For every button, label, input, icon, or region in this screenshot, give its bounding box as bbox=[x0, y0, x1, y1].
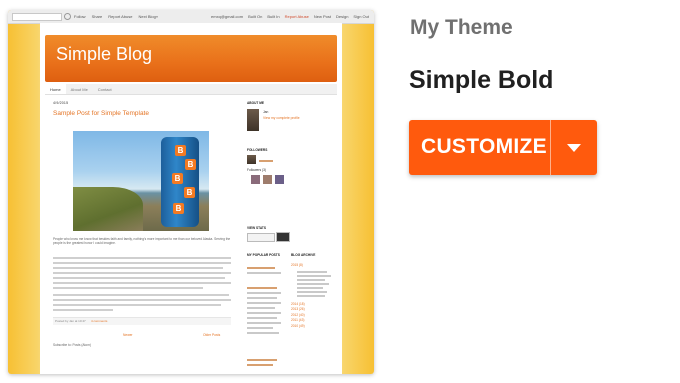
navbar-links-left: Follow Share Report Abuse Next Blog» bbox=[74, 14, 158, 19]
customize-split-button: CUSTOMIZE bbox=[409, 120, 597, 175]
text-line bbox=[53, 299, 231, 301]
post-intro: People who know me know that besides fai… bbox=[53, 237, 231, 245]
comments-link[interactable]: 4 comments bbox=[91, 319, 107, 323]
author-avatar[interactable] bbox=[247, 109, 259, 131]
navbar-link[interactable]: Follow bbox=[74, 14, 86, 19]
blogger-logo-icon: B bbox=[184, 187, 195, 198]
text-line bbox=[53, 262, 231, 264]
navbar-link[interactable]: Design bbox=[336, 14, 348, 19]
navbar-link[interactable]: Report Abuse bbox=[108, 14, 132, 19]
popular-link[interactable] bbox=[247, 287, 277, 289]
post-title[interactable]: Sample Post for Simple Template bbox=[53, 110, 239, 117]
navbar-link[interactable]: Built In bbox=[267, 14, 279, 19]
navbar-link[interactable]: Next Blog» bbox=[139, 14, 159, 19]
post-photo: B B B B B bbox=[73, 131, 209, 231]
theme-preview-thumbnail[interactable]: Follow Share Report Abuse Next Blog» emx… bbox=[8, 10, 374, 374]
my-theme-label: My Theme bbox=[410, 16, 513, 39]
followers-count: Followers (3) bbox=[247, 168, 267, 172]
follower-avatar[interactable] bbox=[251, 175, 260, 184]
blog-page: Simple Blog Home About Me Contact 4/9/20… bbox=[40, 23, 342, 374]
blog-header: Simple Blog bbox=[45, 35, 337, 82]
popular-link[interactable] bbox=[247, 364, 273, 366]
caret-down-icon bbox=[567, 144, 581, 152]
blog-tabs: Home About Me Contact bbox=[45, 84, 337, 95]
theme-name: Simple Bold bbox=[409, 66, 554, 94]
text-line bbox=[247, 327, 273, 329]
text-line bbox=[53, 287, 203, 289]
newer-link[interactable]: Newer bbox=[123, 333, 133, 337]
text-line bbox=[53, 267, 223, 269]
text-line bbox=[247, 302, 281, 304]
popular-link[interactable] bbox=[247, 359, 277, 361]
author-name: Jan bbox=[263, 110, 269, 114]
blogger-logo-icon: B bbox=[173, 203, 184, 214]
navbar-link[interactable]: New Post bbox=[314, 14, 331, 19]
text-line bbox=[247, 332, 279, 334]
search-icon[interactable] bbox=[64, 13, 71, 20]
blogger-logo-icon: B bbox=[175, 145, 186, 156]
tab-about[interactable]: About Me bbox=[66, 84, 93, 94]
post-column: 4/9/2015 Sample Post for Simple Template… bbox=[53, 101, 239, 371]
follower-avatar[interactable] bbox=[263, 175, 272, 184]
text-line bbox=[53, 282, 231, 284]
follow-link[interactable] bbox=[259, 160, 273, 162]
post-date: 4/9/2015 bbox=[53, 101, 69, 105]
subscribe-line[interactable]: Subscribe to: Posts (Atom) bbox=[53, 343, 91, 347]
archive-year[interactable]: 2010 (49) bbox=[291, 324, 333, 330]
about-heading: ABOUT ME bbox=[247, 101, 264, 105]
blog-title: Simple Blog bbox=[56, 44, 153, 64]
popular-link[interactable] bbox=[247, 267, 275, 269]
cliff-shape bbox=[73, 187, 143, 231]
popular-heading: MY POPULAR POSTS bbox=[247, 253, 280, 257]
text-line bbox=[53, 257, 231, 259]
customize-dropdown-button[interactable] bbox=[551, 120, 597, 175]
tab-contact[interactable]: Contact bbox=[93, 84, 117, 94]
archive-list: 2015 (8) 2014 (18) 2013 (26) 2012 (40) 2… bbox=[291, 263, 333, 329]
blogger-navbar: Follow Share Report Abuse Next Blog» emx… bbox=[8, 10, 374, 24]
navbar-link[interactable]: Sign Out bbox=[353, 14, 369, 19]
followers-heading: FOLLOWERS bbox=[247, 148, 268, 152]
archive-year[interactable]: 2015 (8) bbox=[291, 263, 333, 269]
navbar-link[interactable]: Report Abuse bbox=[285, 14, 309, 19]
follower-avatar[interactable] bbox=[275, 175, 284, 184]
stats-counter bbox=[247, 233, 275, 242]
text-line bbox=[247, 292, 281, 294]
post-footer: Posted by Jan at 10:47 4 comments bbox=[53, 317, 231, 325]
posted-by: Posted by Jan at 10:47 bbox=[55, 319, 86, 323]
sidebar: ABOUT ME Jan View my complete profile FO… bbox=[247, 101, 333, 371]
text-line bbox=[297, 282, 329, 285]
customize-button[interactable]: CUSTOMIZE bbox=[421, 135, 547, 159]
text-line bbox=[297, 290, 327, 293]
navbar-link[interactable]: Share bbox=[92, 14, 103, 19]
navbar-links-right: emxq@gmail.com Built On Built In Report … bbox=[211, 14, 369, 19]
tab-home[interactable]: Home bbox=[45, 84, 66, 94]
older-link[interactable]: Older Posts bbox=[203, 333, 220, 337]
navbar-email: emxq@gmail.com bbox=[211, 14, 244, 19]
archive-heading: BLOG ARCHIVE bbox=[291, 253, 316, 257]
text-line bbox=[247, 307, 275, 309]
text-line bbox=[297, 278, 325, 281]
follower-avatar[interactable] bbox=[247, 155, 256, 164]
stats-icon bbox=[276, 232, 290, 242]
stats-heading: VIEW STATS bbox=[247, 226, 267, 230]
text-line bbox=[297, 294, 325, 297]
text-line bbox=[247, 272, 281, 274]
text-line bbox=[247, 297, 277, 299]
text-line bbox=[53, 309, 113, 311]
text-line bbox=[53, 294, 229, 296]
profile-link[interactable]: View my complete profile bbox=[263, 116, 300, 120]
text-line bbox=[53, 304, 221, 306]
text-line bbox=[247, 317, 277, 319]
text-line bbox=[297, 274, 331, 277]
text-line bbox=[297, 286, 323, 289]
text-line bbox=[247, 322, 281, 324]
text-line bbox=[53, 277, 225, 279]
text-line bbox=[297, 270, 327, 273]
blogger-logo-icon: B bbox=[172, 173, 183, 184]
text-line bbox=[247, 312, 281, 314]
blogger-logo-icon: B bbox=[185, 159, 196, 170]
text-line bbox=[53, 272, 231, 274]
navbar-search-input[interactable] bbox=[12, 13, 62, 21]
navbar-link[interactable]: Built On bbox=[248, 14, 262, 19]
